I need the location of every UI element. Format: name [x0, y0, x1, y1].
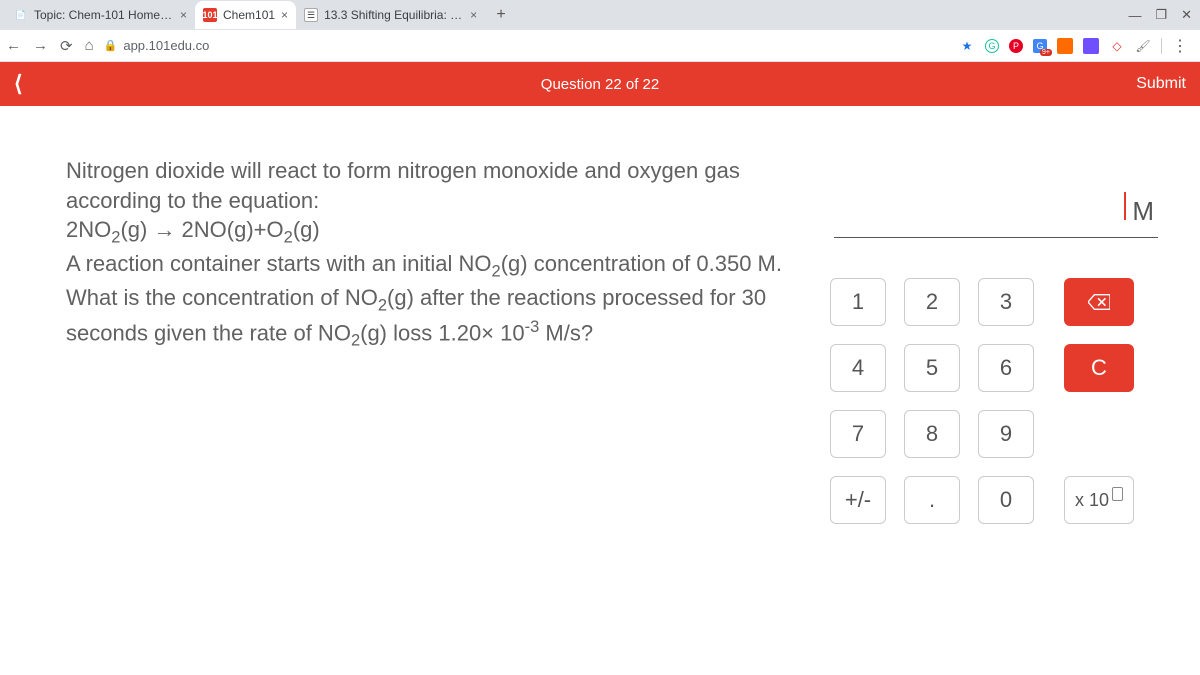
favicon-generic-icon: 📄: [14, 8, 28, 22]
question-counter: Question 22 of 22: [541, 76, 659, 93]
question-line1: Nitrogen dioxide will react to form nitr…: [66, 158, 740, 213]
tab-strip: 📄 Topic: Chem-101 Homework Qu × 101 Chem…: [0, 0, 1200, 30]
back-chevron-icon[interactable]: ⟨: [14, 71, 23, 97]
forward-icon[interactable]: →: [33, 37, 48, 54]
tab-title: Topic: Chem-101 Homework Qu: [34, 8, 174, 22]
new-tab-button[interactable]: +: [489, 3, 513, 27]
app-header: ⟨ Question 22 of 22 Submit: [0, 62, 1200, 106]
window-controls: — ❐ ✕: [1128, 7, 1200, 23]
key-decimal[interactable]: .: [904, 476, 960, 524]
google-translate-icon[interactable]: G: [1033, 39, 1047, 53]
address-bar[interactable]: 🔒 app.101edu.co: [104, 38, 210, 53]
text-cursor: [1124, 192, 1126, 220]
tab-chem101-hw[interactable]: 📄 Topic: Chem-101 Homework Qu ×: [6, 1, 195, 29]
backspace-icon: [1088, 294, 1110, 310]
submit-button[interactable]: Submit: [1136, 75, 1186, 93]
exponent-box-icon: [1112, 487, 1123, 501]
key-2[interactable]: 2: [904, 278, 960, 326]
browser-chrome: 📄 Topic: Chem-101 Homework Qu × 101 Chem…: [0, 0, 1200, 62]
answer-pane: M 1 2 3 4 5 6 7 8 9 +/- . 0: [830, 126, 1190, 675]
key-7[interactable]: 7: [830, 410, 886, 458]
tab-title: 13.3 Shifting Equilibria: Le Châte: [324, 8, 464, 22]
tab-chapter-13-3[interactable]: ☰ 13.3 Shifting Equilibria: Le Châte ×: [296, 1, 485, 29]
close-icon[interactable]: ×: [470, 8, 477, 22]
key-plus-minus[interactable]: +/-: [830, 476, 886, 524]
spacer: [1064, 410, 1134, 458]
separator: [1161, 38, 1162, 54]
bookmark-star-icon[interactable]: ★: [959, 38, 975, 54]
backspace-button[interactable]: [1064, 278, 1134, 326]
url-text: app.101edu.co: [123, 38, 209, 53]
lock-icon: 🔒: [104, 39, 118, 52]
question-pane: Nitrogen dioxide will react to form nitr…: [10, 126, 830, 675]
side-column: C x 10: [1064, 278, 1134, 524]
close-window-icon[interactable]: ✕: [1181, 7, 1192, 23]
times-ten-exponent-button[interactable]: x 10: [1064, 476, 1134, 524]
number-grid: 1 2 3 4 5 6 7 8 9 +/- . 0: [830, 278, 1034, 524]
location-icon[interactable]: ◇: [1109, 38, 1125, 54]
close-icon[interactable]: ×: [281, 8, 288, 22]
reload-icon[interactable]: ⟳: [60, 37, 73, 55]
tab-chem101[interactable]: 101 Chem101 ×: [195, 1, 296, 29]
restore-icon[interactable]: ❐: [1155, 7, 1167, 23]
browser-toolbar: ← → ⟳ ⌂ 🔒 app.101edu.co ★ G P G ◇ 🖌 ⋮: [0, 30, 1200, 62]
key-0[interactable]: 0: [978, 476, 1034, 524]
answer-unit: M: [1132, 196, 1154, 227]
key-1[interactable]: 1: [830, 278, 886, 326]
minimize-icon[interactable]: —: [1128, 8, 1141, 23]
tab-title: Chem101: [223, 8, 275, 22]
content-area: Nitrogen dioxide will react to form nitr…: [0, 106, 1200, 675]
key-8[interactable]: 8: [904, 410, 960, 458]
extension-icon[interactable]: [1083, 38, 1099, 54]
keypad: 1 2 3 4 5 6 7 8 9 +/- . 0: [830, 278, 1162, 524]
key-3[interactable]: 3: [978, 278, 1034, 326]
answer-input[interactable]: M: [834, 186, 1158, 238]
back-icon[interactable]: ←: [6, 37, 21, 54]
key-6[interactable]: 6: [978, 344, 1034, 392]
favicon-chem101-icon: 101: [203, 8, 217, 22]
browser-menu-icon[interactable]: ⋮: [1172, 36, 1188, 56]
paint-icon[interactable]: 🖌: [1135, 38, 1151, 54]
key-9[interactable]: 9: [978, 410, 1034, 458]
key-5[interactable]: 5: [904, 344, 960, 392]
clear-button[interactable]: C: [1064, 344, 1134, 392]
grammarly-icon[interactable]: G: [985, 39, 999, 53]
favicon-textbook-icon: ☰: [304, 8, 318, 22]
home-icon[interactable]: ⌂: [85, 37, 94, 54]
pinterest-icon[interactable]: P: [1009, 39, 1023, 53]
honey-icon[interactable]: [1057, 38, 1073, 54]
question-text: Nitrogen dioxide will react to form nitr…: [66, 156, 806, 352]
close-icon[interactable]: ×: [180, 8, 187, 22]
extension-icons: ★ G P G ◇ 🖌 ⋮: [959, 36, 1194, 56]
key-4[interactable]: 4: [830, 344, 886, 392]
